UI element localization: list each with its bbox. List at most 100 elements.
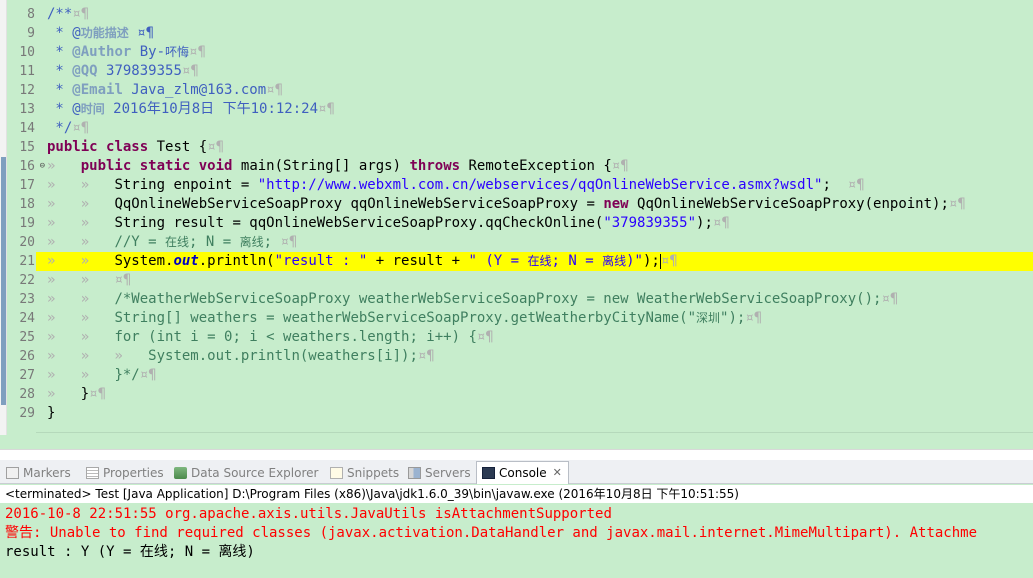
javadoc-tag: 时间 — [80, 102, 105, 116]
code-token: * — [47, 63, 73, 79]
code-editor[interactable]: 8 9 10 11 12 13 14 15 16 ⊖ 17 18 19 20 21 22 23 24 25 26 27 2… — [0, 0, 1033, 435]
view-tab-bar: Markers Properties Data Source Explorer … — [0, 460, 1033, 484]
code-line-29: } — [36, 404, 55, 423]
indent-marker: » — [47, 386, 81, 402]
code-token: String enpoint = — [114, 177, 258, 193]
indent-marker: » » — [47, 291, 115, 307]
whitespace-marker: ¤¶ — [266, 82, 284, 98]
overview-ruler — [0, 0, 7, 435]
whitespace-marker: ¤¶ — [139, 367, 157, 383]
change-marker — [1, 157, 6, 405]
whitespace-marker: ¤¶ — [72, 120, 90, 136]
line-number: 12 — [19, 83, 35, 98]
code-text-area[interactable]: /**¤¶ * @功能描述 ¤¶ * @Author By-吥悔¤¶ * @QQ… — [36, 0, 1033, 435]
whitespace-marker: ¤¶ — [948, 196, 966, 212]
code-token: * @ — [47, 101, 81, 117]
line-number: 11 — [19, 64, 35, 79]
code-line-11: * @QQ 379839355¤¶ — [36, 62, 198, 81]
code-token: main(String[] args) — [232, 158, 410, 174]
code-token: * @ — [47, 25, 81, 41]
keyword-token: static — [139, 158, 191, 174]
code-line-21-current[interactable]: » » System.out.println("result : " + res… — [36, 252, 1033, 271]
comment-token: for (int i = 0; i < weathers.length; i++… — [114, 329, 477, 345]
code-line-22: » » ¤¶ — [36, 271, 131, 290]
indent-marker: » » — [47, 234, 115, 250]
tab-data-source-explorer[interactable]: Data Source Explorer — [174, 463, 318, 483]
code-line-15: public class Test {¤¶ — [36, 138, 224, 157]
tab-label: Snippets — [347, 466, 400, 480]
tab-label: Properties — [103, 466, 164, 480]
whitespace-marker: ¤¶ — [476, 329, 494, 345]
tab-label: Console — [499, 466, 547, 480]
close-icon[interactable]: ✕ — [553, 463, 562, 483]
line-number-gutter: 8 9 10 11 12 13 14 15 16 ⊖ 17 18 19 20 21 22 23 24 25 26 27 2… — [8, 0, 45, 435]
code-token: String result = qqOnlineWebServiceSoapPr… — [114, 215, 604, 231]
whitespace-marker: ¤¶ — [881, 291, 899, 307]
line-number: 9 — [27, 26, 35, 41]
code-token: RemoteException { — [460, 158, 612, 174]
line-number: 22 — [19, 273, 35, 288]
javadoc-tag: @QQ — [72, 63, 98, 79]
code-line-17: » » String enpoint = "http://www.webxml.… — [36, 176, 865, 195]
line-number: 25 — [19, 330, 35, 345]
whitespace-marker: ¤¶ — [207, 139, 225, 155]
code-token: ; — [822, 177, 848, 193]
console-line: 2016-10-8 22:51:55 org.apache.axis.utils… — [5, 506, 612, 522]
whitespace-marker: ¤¶ — [72, 6, 90, 22]
scroll-left-icon[interactable]: ◂ — [46, 434, 52, 435]
line-number: 15 — [19, 140, 35, 155]
keyword-token: new — [603, 196, 629, 212]
markers-icon — [6, 467, 19, 479]
tab-snippets[interactable]: Snippets — [330, 463, 399, 483]
console-output[interactable]: 2016-10-8 22:51:55 org.apache.axis.utils… — [0, 503, 1033, 578]
code-line-25: » » for (int i = 0; i < weathers.length;… — [36, 328, 494, 347]
tab-console[interactable]: Console ✕ — [476, 461, 569, 484]
tab-servers[interactable]: Servers — [408, 463, 471, 483]
code-token: ); — [642, 253, 660, 269]
properties-icon — [86, 467, 99, 479]
code-line-28: » }¤¶ — [36, 385, 106, 404]
indent-marker: » » — [47, 272, 115, 288]
code-token: By- — [131, 44, 166, 60]
code-token: * — [47, 44, 73, 60]
string-token: )" — [626, 253, 643, 269]
whitespace-marker: ¤¶ — [745, 310, 763, 326]
comment-token: ; N = — [189, 234, 240, 250]
line-number: 17 — [19, 178, 35, 193]
whitespace-marker: ¤¶ — [712, 215, 730, 231]
line-number: 16 ⊖ — [19, 159, 45, 174]
code-token: .println( — [198, 253, 275, 269]
line-number: 29 — [19, 406, 35, 421]
comment-token: System.out.println(weathers[i]); — [148, 348, 418, 364]
javadoc-tag: @Author — [72, 44, 132, 60]
panel-sash[interactable] — [0, 449, 1033, 460]
whitespace-marker: ¤¶ — [280, 234, 298, 250]
code-line-16: » public static void main(String[] args)… — [36, 157, 629, 176]
comment-token: 在线 — [165, 235, 190, 249]
string-token: "result : " — [274, 253, 368, 269]
code-token: 吥悔 — [165, 45, 190, 59]
line-number: 8 — [27, 7, 35, 22]
indent-marker: » » — [47, 310, 115, 326]
line-number: 18 — [19, 197, 35, 212]
code-line-20: » » //Y = 在线; N = 离线; ¤¶ — [36, 233, 297, 252]
tab-properties[interactable]: Properties — [86, 463, 164, 483]
comment-token: 离线 — [239, 235, 264, 249]
keyword-token: void — [198, 158, 233, 174]
indent-marker: » » — [47, 196, 115, 212]
keyword-token: throws — [409, 158, 461, 174]
code-token: ¤¶ — [128, 25, 155, 41]
code-token: Test { — [148, 139, 208, 155]
code-token: /** — [47, 6, 73, 22]
horizontal-scrollbar[interactable]: ◂ — [36, 432, 1033, 435]
tab-markers[interactable]: Markers — [6, 463, 71, 483]
line-number: 13 — [19, 102, 35, 117]
indent-marker: » » — [47, 367, 115, 383]
whitespace-marker: ¤¶ — [847, 177, 865, 193]
code-token: } — [80, 386, 90, 402]
code-line-12: * @Email Java_zlm@163.com¤¶ — [36, 81, 283, 100]
code-line-8: /**¤¶ — [36, 5, 89, 24]
whitespace-marker: ¤¶ — [660, 253, 678, 269]
tab-label: Servers — [425, 466, 471, 480]
data-source-explorer-icon — [174, 467, 187, 479]
